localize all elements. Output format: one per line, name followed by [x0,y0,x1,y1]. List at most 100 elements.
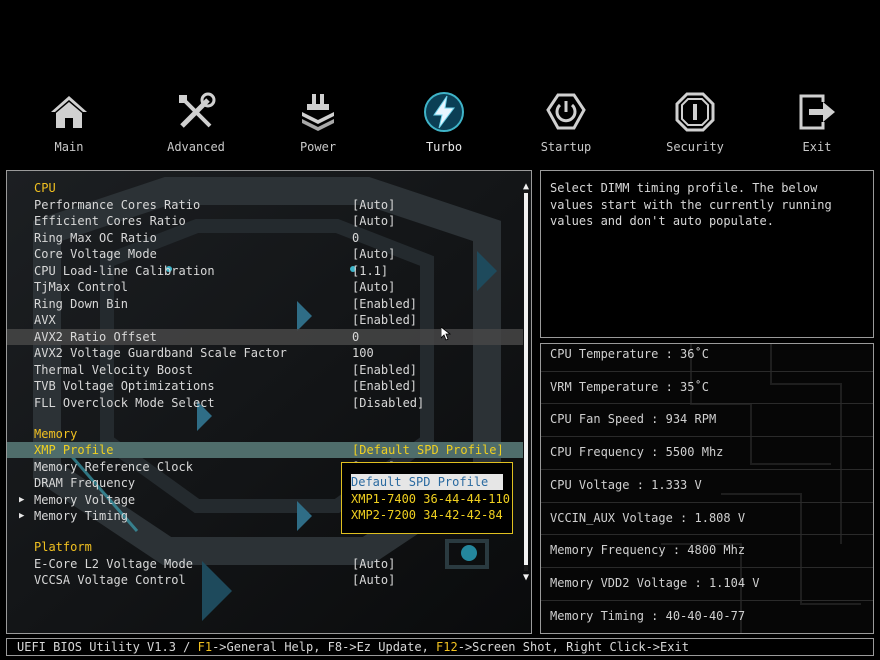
setting-value[interactable]: [Enabled] [352,362,417,378]
tab-startup-label: Startup [540,140,592,154]
setting-value[interactable]: [Auto] [352,279,395,295]
tab-startup[interactable]: Startup [511,90,621,160]
cpu-frequency-readout: CPU Frequency : 5500 Mhz [550,445,724,460]
tab-security-label: Security [666,140,724,154]
tab-exit[interactable]: Exit [762,90,872,160]
setting-row[interactable]: AVX [Enabled] [7,312,523,328]
settings-list: CPU Performance Cores Ratio [Auto] Effici… [7,171,523,633]
setting-label: AVX2 Ratio Offset [34,329,157,344]
setting-value[interactable]: [Auto] [352,556,395,572]
tab-turbo[interactable]: Turbo [389,90,499,160]
setting-label: Efficient Cores Ratio [34,214,186,228]
monitor-cell-divider [541,599,873,601]
cpu-voltage-readout: CPU Voltage : 1.333 V [550,477,702,492]
turbo-bolt-icon [424,92,464,132]
setting-value[interactable]: [Auto] [352,246,395,262]
setting-row[interactable]: Ring Max OC Ratio 0 [7,230,523,246]
tab-main[interactable]: Main [14,90,124,160]
setting-label: TjMax Control [34,280,128,294]
setting-row-selected[interactable]: XMP Profile [Default SPD Profile] [7,442,523,458]
setting-label: XMP Profile [34,443,114,457]
setting-label: Performance Cores Ratio [34,197,201,212]
exit-icon [799,94,835,130]
memory-timing-readout: Memory Timing : 40-40-40-77 [550,608,746,623]
footer-f1-text: ->General Help, F8->Ez Update, [212,640,437,654]
dropdown-option[interactable]: XMP1-7400 36-44-44-110 [351,491,510,507]
setting-value[interactable]: 100 [352,345,374,361]
tab-power-label: Power [299,140,337,154]
setting-value[interactable]: 0 [352,329,359,345]
section-memory: Memory [7,426,523,442]
setting-label: Memory Voltage [34,492,136,507]
setting-value[interactable]: [Enabled] [352,296,417,312]
setting-row[interactable]: AVX2 Voltage Guardband Scale Factor 100 [7,345,523,361]
scrollbar-thumb[interactable] [524,193,528,565]
setting-value[interactable]: [1.1] [352,263,388,279]
setting-label: Ring Max OC Ratio [34,230,157,245]
setting-value[interactable]: [Auto] [352,213,395,229]
security-shield-icon [675,92,715,132]
setting-row[interactable]: Performance Cores Ratio [Auto] [7,197,523,213]
setting-row[interactable]: E-Core L2 Voltage Mode [Auto] [7,556,523,572]
setting-row[interactable]: VCCSA Voltage Control [Auto] [7,572,523,588]
startup-power-icon [546,93,586,130]
setting-label: DRAM Frequency [34,476,136,490]
memory-vdd2-voltage-readout: Memory VDD2 Voltage : 1.104 V [550,575,760,590]
section-cpu: CPU [7,180,523,196]
setting-row[interactable]: Core Voltage Mode [Auto] [7,246,523,262]
tab-main-label: Main [54,140,84,154]
setting-value[interactable]: 0 [352,230,359,246]
tab-turbo-label: Turbo [425,140,463,154]
setting-row[interactable]: Ring Down Bin [Enabled] [7,296,523,312]
tab-power[interactable]: Power [263,90,373,160]
footer-key-f12[interactable]: F12 [436,640,458,654]
help-panel: Select DIMM timing profile. The below va… [540,170,874,338]
setting-label: Memory Reference Clock [34,459,193,474]
setting-row[interactable]: TjMax Control [Auto] [7,279,523,295]
setting-value[interactable]: [Enabled] [352,312,417,328]
setting-label: Core Voltage Mode [34,247,157,261]
vrm-temperature-readout: VRM Temperature : 35˚C [550,379,709,394]
setting-value[interactable]: [Disabled] [352,395,424,411]
monitor-cell-divider [541,436,873,438]
hardware-monitor-panel: CPU Temperature : 36˚C VRM Temperature :… [540,343,874,634]
home-icon [51,96,87,128]
dropdown-option-selected[interactable]: Default SPD Profile [351,474,503,490]
section-memory-label: Memory [34,426,78,441]
monitor-cell-divider [541,534,873,536]
tab-exit-label: Exit [802,140,832,154]
scroll-up-icon[interactable]: ▲ [519,182,531,192]
scroll-down-icon[interactable]: ▼ [519,573,531,583]
setting-row[interactable]: CPU Load-line Calibration [1.1] [7,263,523,279]
tab-security[interactable]: Security [640,90,750,160]
submenu-arrow-icon: ▶ [19,494,25,505]
section-platform: Platform [7,539,523,555]
setting-value[interactable]: [Auto] [352,197,395,213]
setting-row[interactable]: Thermal Velocity Boost [Enabled] [7,362,523,378]
setting-row[interactable]: TVB Voltage Optimizations [Enabled] [7,378,523,394]
setting-label: Memory Timing [34,509,128,523]
dropdown-option[interactable]: XMP2-7200 34-42-42-84 [351,507,503,523]
memory-frequency-readout: Memory Frequency : 4800 Mhz [550,543,746,558]
setting-label: AVX [34,313,56,327]
setting-label: CPU Load-line Calibration [34,263,215,278]
tab-advanced[interactable]: Advanced [141,90,251,160]
section-platform-label: Platform [34,540,92,554]
tools-icon [179,92,216,128]
submenu-arrow-icon: ▶ [19,511,25,521]
setting-value[interactable]: [Default SPD Profile] [352,442,504,458]
tab-advanced-label: Advanced [167,140,225,154]
cpu-temperature-readout: CPU Temperature : 36˚C [550,347,709,361]
vccin-aux-voltage-readout: VCCIN_AUX Voltage : 1.808 V [550,510,746,525]
setting-label: E-Core L2 Voltage Mode [34,556,193,571]
mouse-cursor-icon [441,327,451,341]
setting-value[interactable]: [Enabled] [352,378,417,394]
setting-row[interactable]: Efficient Cores Ratio [Auto] [7,213,523,229]
monitor-cell-divider [541,370,873,372]
setting-row[interactable]: FLL Overclock Mode Select [Disabled] [7,395,523,411]
help-text: Select DIMM timing profile. The below va… [550,181,832,228]
xmp-profile-dropdown[interactable]: Default SPD Profile XMP1-7400 36-44-44-1… [341,462,513,534]
setting-value[interactable]: [Auto] [352,572,395,588]
setting-label: Thermal Velocity Boost [34,362,193,377]
footer-key-f1[interactable]: F1 [198,640,212,654]
